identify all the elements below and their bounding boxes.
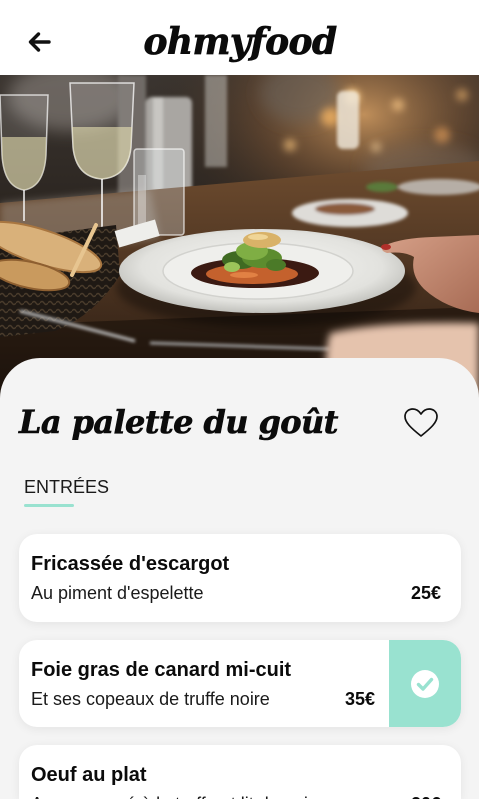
menu-item-description: Au piment d'espelette xyxy=(31,583,204,603)
menu-item-name: Oeuf au plat xyxy=(31,764,147,786)
restaurant-card: La palette du goût ENTRÉES Fricassée d'e… xyxy=(0,358,479,799)
restaurant-page: ohmyfood La palette du goût ENTRÉES Fric… xyxy=(0,0,479,799)
menu-item-price: 20€ xyxy=(411,794,441,799)
menu-item-content: Oeuf au plat Accompagné à la truffe et l… xyxy=(19,745,461,799)
menu-item-description: Accompagné à la truffe et lit de poireau… xyxy=(31,794,353,799)
hero-image xyxy=(0,75,479,405)
menu-item-content: Foie gras de canard mi-cuit Et ses copea… xyxy=(19,640,389,727)
logo[interactable]: ohmyfood xyxy=(90,17,390,67)
menu-item[interactable]: Oeuf au plat Accompagné à la truffe et l… xyxy=(19,745,461,799)
menu-item[interactable]: Fricassée d'escargot Au piment d'espelet… xyxy=(19,534,461,622)
menu-item-selected[interactable]: Foie gras de canard mi-cuit Et ses copea… xyxy=(19,640,461,727)
menu-item-price: 35€ xyxy=(344,689,375,709)
top-header: ohmyfood xyxy=(0,0,479,75)
arrow-left-icon[interactable] xyxy=(24,27,54,57)
restaurant-name: La palette du goût xyxy=(19,403,339,442)
menu-item-name: Foie gras de canard mi-cuit xyxy=(31,659,292,681)
heart-outline-icon[interactable] xyxy=(403,407,439,439)
section-title: ENTRÉES xyxy=(24,477,110,497)
menu-item-content: Fricassée d'escargot Au piment d'espelet… xyxy=(19,534,461,622)
water-glass xyxy=(133,148,185,236)
menu-item-description: Et ses copeaux de truffe noire xyxy=(31,689,270,709)
menu-item-price: 25€ xyxy=(410,583,441,603)
selected-indicator[interactable] xyxy=(389,640,461,727)
check-circle-icon xyxy=(411,669,439,698)
menu-item-name: Fricassée d'escargot xyxy=(31,553,230,575)
section-underline xyxy=(24,504,74,507)
